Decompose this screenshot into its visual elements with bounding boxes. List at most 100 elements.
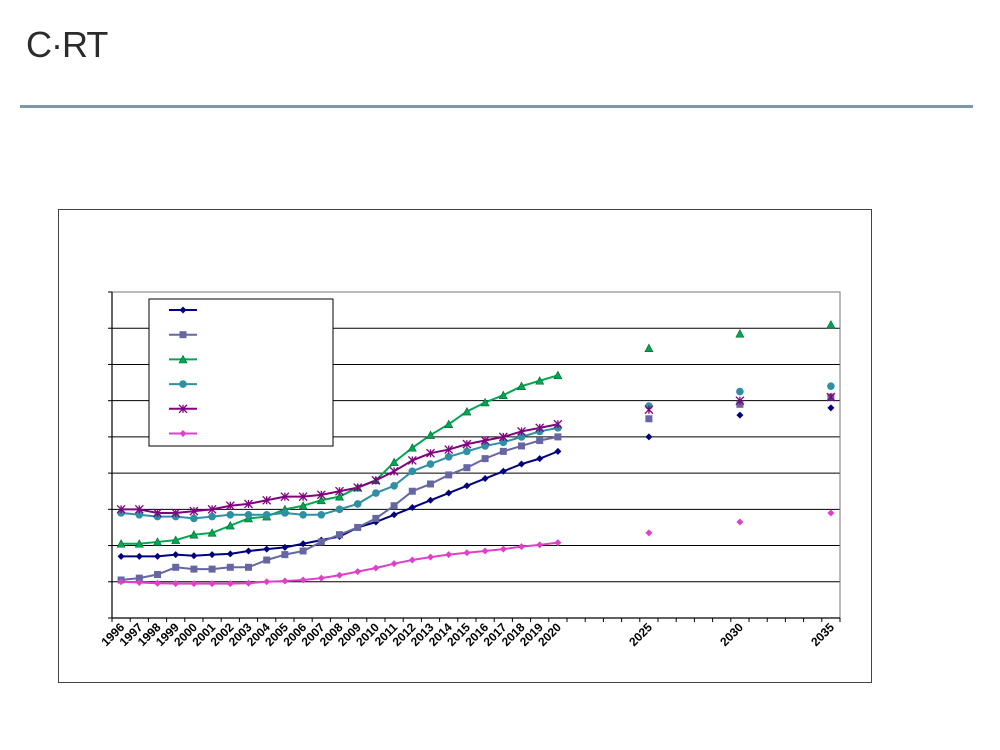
data-point bbox=[462, 406, 472, 416]
data-point bbox=[499, 545, 507, 553]
data-point bbox=[735, 329, 745, 338]
data-point bbox=[390, 560, 398, 568]
data-point bbox=[299, 547, 307, 555]
data-point bbox=[536, 541, 544, 549]
data-point bbox=[226, 580, 234, 588]
data-point bbox=[644, 343, 654, 352]
data-point bbox=[645, 415, 653, 423]
data-point bbox=[736, 411, 744, 419]
data-point bbox=[427, 480, 434, 488]
data-point bbox=[354, 568, 362, 576]
data-point bbox=[317, 538, 325, 546]
data-point bbox=[390, 511, 398, 519]
data-point bbox=[317, 574, 325, 582]
data-point bbox=[179, 331, 187, 339]
data-point bbox=[826, 319, 836, 329]
data-point bbox=[518, 442, 525, 450]
data-point bbox=[372, 514, 380, 522]
data-point bbox=[553, 370, 563, 380]
data-point bbox=[407, 455, 417, 465]
header-rule bbox=[20, 105, 973, 108]
data-point bbox=[536, 455, 544, 463]
data-point bbox=[353, 500, 362, 508]
data-point bbox=[172, 551, 180, 559]
data-point bbox=[827, 382, 835, 390]
line-chart: 1996199719981999200020012002200320042005… bbox=[98, 291, 841, 649]
data-point bbox=[263, 556, 271, 564]
data-point bbox=[262, 510, 271, 519]
data-point bbox=[481, 475, 489, 483]
data-point bbox=[536, 437, 544, 445]
data-point bbox=[481, 455, 489, 463]
data-point bbox=[463, 549, 471, 557]
data-point bbox=[408, 487, 416, 495]
data-point bbox=[644, 405, 654, 415]
data-point bbox=[426, 460, 435, 468]
data-point bbox=[208, 551, 216, 559]
data-point bbox=[154, 552, 161, 560]
data-point bbox=[172, 580, 180, 588]
data-point bbox=[190, 552, 198, 560]
x-tick-label: 2035 bbox=[808, 620, 837, 649]
data-point bbox=[354, 523, 362, 531]
data-point bbox=[154, 571, 161, 579]
data-point bbox=[518, 460, 525, 468]
data-point bbox=[463, 482, 471, 490]
data-point bbox=[336, 571, 343, 579]
data-point bbox=[736, 518, 744, 526]
data-point bbox=[281, 577, 289, 585]
data-point bbox=[281, 509, 289, 517]
data-point bbox=[245, 579, 252, 587]
x-tick-labels: 1996199719981999200020012002200320042005… bbox=[98, 620, 837, 649]
data-point bbox=[481, 547, 489, 555]
x-tick-label: 2030 bbox=[717, 620, 746, 649]
x-tick-label: 2025 bbox=[626, 620, 655, 649]
data-point bbox=[190, 565, 198, 573]
logo: C·RT bbox=[26, 24, 108, 65]
data-point bbox=[498, 390, 508, 400]
data-point bbox=[263, 578, 271, 586]
data-point bbox=[645, 433, 653, 441]
data-point bbox=[172, 563, 180, 571]
data-point bbox=[499, 447, 507, 455]
data-point bbox=[554, 447, 562, 455]
data-point bbox=[372, 564, 380, 572]
data-point bbox=[244, 510, 253, 519]
series-line bbox=[121, 450, 559, 558]
data-point bbox=[335, 505, 344, 514]
data-point bbox=[389, 466, 399, 476]
data-point bbox=[117, 552, 125, 560]
data-point bbox=[445, 551, 453, 559]
chart-frame: 1996 1997 1998 1999 2000 2001 2002 2003 2004 2005… bbox=[58, 209, 872, 683]
data-point bbox=[299, 540, 307, 548]
data-point bbox=[445, 471, 453, 479]
data-point bbox=[245, 547, 252, 555]
data-point bbox=[427, 496, 434, 504]
data-point bbox=[463, 464, 471, 472]
data-point bbox=[444, 453, 453, 461]
data-point bbox=[179, 380, 187, 388]
data-point bbox=[263, 545, 271, 553]
data-point bbox=[390, 502, 398, 510]
data-point bbox=[226, 563, 234, 571]
data-point bbox=[645, 529, 653, 537]
data-point bbox=[463, 447, 471, 456]
data-point bbox=[408, 556, 416, 564]
data-point bbox=[336, 531, 343, 539]
data-point bbox=[371, 475, 381, 485]
data-point bbox=[208, 565, 216, 573]
data-point bbox=[408, 504, 416, 512]
data-point bbox=[736, 387, 744, 396]
data-point bbox=[245, 563, 252, 571]
data-point bbox=[372, 489, 380, 497]
data-point bbox=[281, 543, 289, 551]
data-point bbox=[281, 551, 289, 559]
data-point bbox=[190, 514, 198, 523]
data-point bbox=[135, 552, 143, 560]
data-point bbox=[518, 543, 525, 551]
data-point bbox=[827, 509, 835, 517]
data-point bbox=[299, 576, 307, 584]
data-point bbox=[208, 512, 216, 521]
data-point bbox=[208, 580, 216, 588]
data-point bbox=[190, 580, 198, 588]
